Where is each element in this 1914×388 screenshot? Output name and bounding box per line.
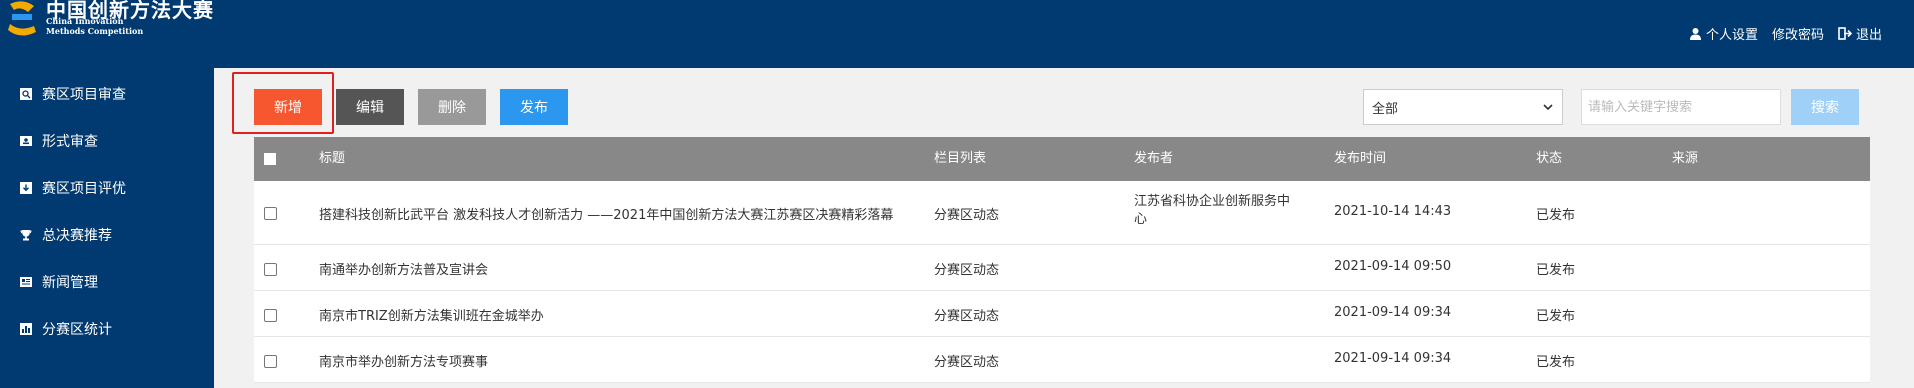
logo-en-line2: Methods Competition	[46, 26, 144, 36]
sidebar-item-news[interactable]: 新闻管理	[0, 259, 214, 305]
add-button[interactable]: 新增	[254, 89, 322, 125]
logout-icon	[1838, 27, 1852, 40]
table-row[interactable]: 南京市TRIZ创新方法集训班在金城举办 分赛区动态 2021-09-14 09:…	[254, 291, 1870, 337]
news-table: 标题 栏目列表 发布者 发布时间 状态 来源 搭建科技创新比武平台 激发科技人才…	[254, 137, 1870, 388]
header-status: 状态	[1536, 151, 1563, 166]
change-password-label: 修改密码	[1771, 28, 1824, 43]
sidebar-item-statistics[interactable]: 分赛区统计	[0, 306, 214, 352]
sidebar-item-final-recommend[interactable]: 总决赛推荐	[0, 212, 214, 258]
download-box-icon	[20, 182, 32, 194]
sidebar-item-project-evaluation[interactable]: 赛区项目评优	[0, 165, 214, 211]
main-content: 新增 编辑 删除 发布 全部 搜索 标题 栏目列表 发布者 发布时间 状态 来源…	[214, 68, 1914, 388]
profile-link[interactable]: 个人设置	[1689, 24, 1758, 43]
sidebar-item-format-review[interactable]: 形式审查	[0, 118, 214, 164]
row-checkbox[interactable]	[264, 309, 277, 322]
sidebar-item-label: 形式审查	[42, 134, 98, 150]
row-checkbox[interactable]	[264, 263, 277, 276]
header-publisher: 发布者	[1134, 151, 1174, 166]
logo-title-en: China Innovation Methods Competition	[46, 16, 143, 36]
row-column: 分赛区动态	[934, 355, 1000, 370]
row-publisher: 江苏省科协企业创新服务中心	[1134, 194, 1291, 227]
sidebar-item-project-review[interactable]: 赛区项目审查	[0, 71, 214, 117]
top-links: 个人设置 修改密码 退出	[1675, 24, 1882, 43]
edit-button[interactable]: 编辑	[336, 89, 404, 125]
sidebar-item-label: 赛区项目评优	[42, 181, 126, 197]
table-row[interactable]: 南京市举办创新方法专项赛事 分赛区动态 2021-09-14 09:34 已发布	[254, 337, 1870, 383]
logout-label: 退出	[1855, 28, 1882, 43]
logout-link[interactable]: 退出	[1838, 24, 1882, 43]
table-header: 标题 栏目列表 发布者 发布时间 状态 来源	[254, 137, 1870, 181]
sidebar-item-label: 赛区项目审查	[42, 87, 126, 103]
row-column: 分赛区动态	[934, 208, 1000, 223]
row-column: 分赛区动态	[934, 309, 1000, 324]
id-card-icon	[20, 136, 32, 146]
row-checkbox[interactable]	[264, 207, 277, 220]
row-title[interactable]: 南京市举办创新方法专项赛事	[319, 351, 488, 370]
row-title[interactable]: 南通举办创新方法普及宣讲会	[319, 259, 488, 278]
row-time: 2021-09-14 09:34	[1334, 305, 1452, 320]
chevron-down-icon	[1543, 104, 1553, 111]
sidebar-item-label: 新闻管理	[42, 275, 98, 291]
chart-icon	[20, 323, 32, 335]
header-column: 栏目列表	[934, 151, 987, 166]
row-status: 已发布	[1536, 263, 1576, 278]
header-source: 来源	[1672, 151, 1699, 166]
row-title[interactable]: 南京市TRIZ创新方法集训班在金城举办	[319, 305, 544, 324]
sidebar-item-label: 总决赛推荐	[42, 228, 112, 244]
search-button[interactable]: 搜索	[1791, 89, 1859, 125]
header-title: 标题	[319, 151, 346, 166]
status-filter-select[interactable]: 全部	[1363, 89, 1563, 125]
publish-button[interactable]: 发布	[500, 89, 568, 125]
logo-en-line1: China Innovation	[46, 16, 124, 26]
header-time: 发布时间	[1334, 151, 1387, 166]
search-doc-icon	[20, 88, 32, 100]
row-title[interactable]: 搭建科技创新比武平台 激发科技人才创新活力 ——2021年中国创新方法大赛江苏赛…	[319, 204, 893, 223]
status-filter-value: 全部	[1372, 101, 1399, 117]
row-time: 2021-10-14 14:43	[1334, 204, 1452, 219]
row-status: 已发布	[1536, 355, 1576, 370]
row-column: 分赛区动态	[934, 263, 1000, 278]
newspaper-icon	[20, 277, 32, 287]
profile-link-label: 个人设置	[1705, 28, 1758, 43]
table-row[interactable]: 搭建科技创新比武平台 激发科技人才创新活力 ——2021年中国创新方法大赛江苏赛…	[254, 181, 1870, 245]
top-header: 中国创新方法大赛 China Innovation Methods Compet…	[0, 0, 1914, 68]
logo-mark-icon	[8, 1, 36, 36]
row-checkbox[interactable]	[264, 355, 277, 368]
row-status: 已发布	[1536, 208, 1576, 223]
user-icon	[1689, 28, 1701, 40]
sidebar-item-label: 分赛区统计	[42, 322, 112, 338]
select-all-checkbox[interactable]	[264, 153, 276, 165]
row-time: 2021-09-14 09:34	[1334, 351, 1452, 366]
logo: 中国创新方法大赛 China Innovation Methods Compet…	[6, 0, 213, 40]
delete-button[interactable]: 删除	[418, 89, 486, 125]
search-input[interactable]	[1581, 89, 1781, 125]
trophy-icon	[20, 230, 32, 241]
change-password-link[interactable]: 修改密码	[1772, 24, 1824, 43]
row-status: 已发布	[1536, 309, 1576, 324]
sidebar: 赛区项目审查 形式审查 赛区项目评优 总决赛推荐 新闻管理 分赛区统计	[0, 68, 214, 388]
row-time: 2021-09-14 09:50	[1334, 259, 1452, 274]
table-row[interactable]: 南通举办创新方法普及宣讲会 分赛区动态 2021-09-14 09:50 已发布	[254, 245, 1870, 291]
